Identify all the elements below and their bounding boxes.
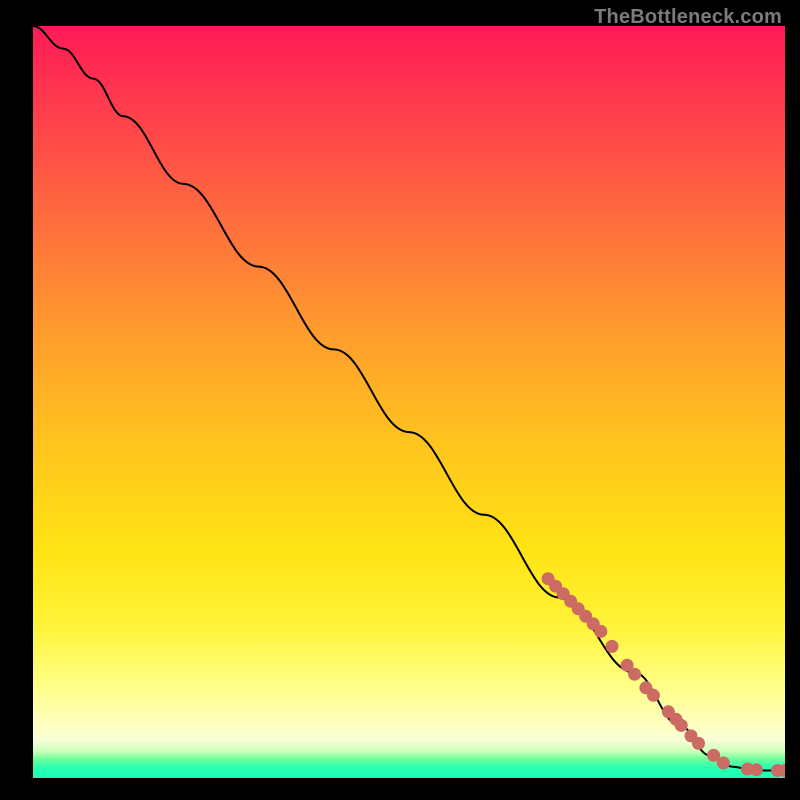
scatter-dot bbox=[693, 737, 705, 749]
scatter-dot bbox=[606, 640, 618, 652]
scatter-dot bbox=[675, 719, 687, 731]
scatter-dot bbox=[595, 625, 607, 637]
plot-svg bbox=[33, 26, 785, 778]
scatter-dot bbox=[629, 668, 641, 680]
scatter-dot bbox=[717, 757, 729, 769]
scatter-dots bbox=[542, 573, 785, 777]
bottleneck-curve bbox=[33, 26, 785, 771]
scatter-dot bbox=[647, 689, 659, 701]
plot-area bbox=[33, 26, 785, 778]
scatter-dot bbox=[750, 764, 762, 776]
chart-stage: TheBottleneck.com bbox=[0, 0, 800, 800]
